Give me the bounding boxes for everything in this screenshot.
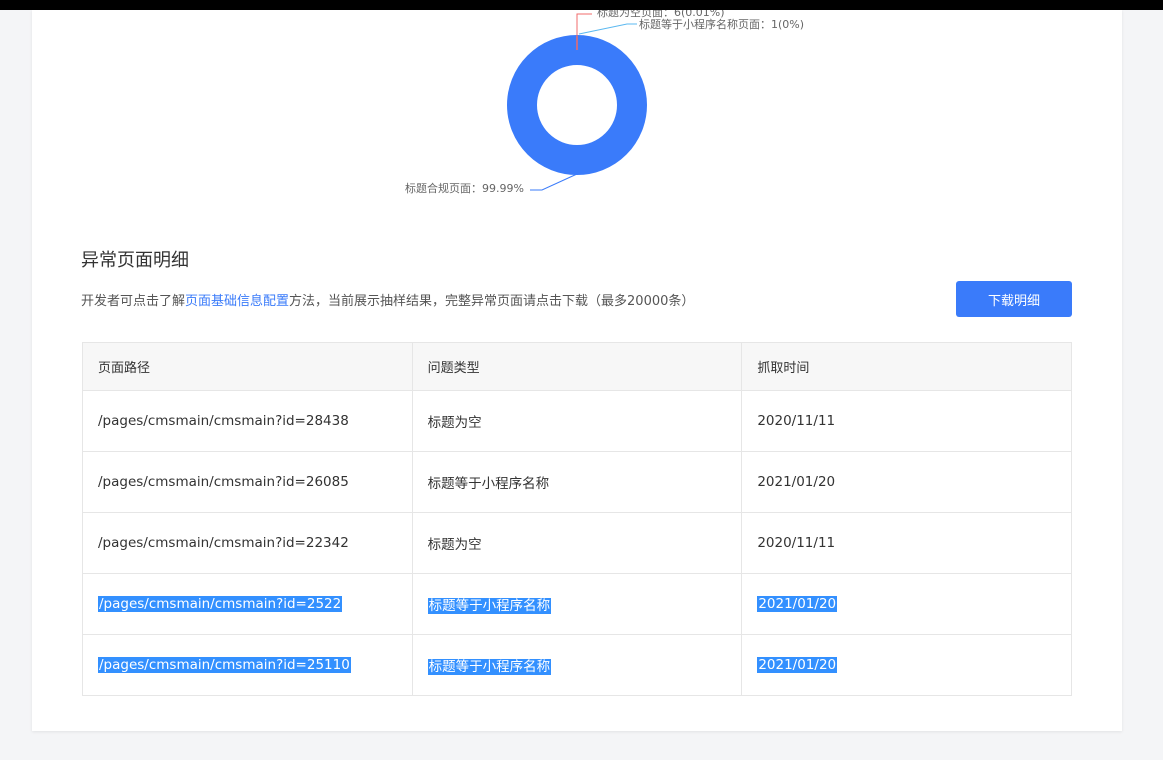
content-card: 标题为空页面：6(0.01%) 标题等于小程序名称页面：1(0%) 标题合规页面…: [32, 10, 1122, 731]
label-appname-title: 标题等于小程序名称页面：1(0%): [639, 17, 804, 31]
config-doc-link[interactable]: 页面基础信息配置: [185, 294, 289, 309]
cell-page-path: /pages/cmsmain/cmsmain?id=26085: [82, 451, 413, 513]
table-row: /pages/cmsmain/cmsmain?id=25110 标题等于小程序名…: [82, 634, 1072, 696]
leader-compliant: [530, 173, 578, 191]
cell-crawl-time: 2020/11/11: [741, 512, 1072, 574]
table-row: /pages/cmsmain/cmsmain?id=22342 标题为空 202…: [82, 512, 1072, 574]
download-details-button[interactable]: 下载明细: [956, 281, 1072, 317]
table-row: /pages/cmsmain/cmsmain?id=28438 标题为空 202…: [82, 390, 1072, 452]
cell-crawl-time: 2021/01/20: [741, 573, 1072, 635]
cell-crawl-time: 2021/01/20: [741, 451, 1072, 513]
table-row: /pages/cmsmain/cmsmain?id=26085 标题等于小程序名…: [82, 451, 1072, 513]
slice-compliant: [507, 35, 647, 175]
cell-page-path: /pages/cmsmain/cmsmain?id=28438: [82, 390, 413, 452]
cell-issue-type: 标题等于小程序名称: [411, 573, 743, 635]
cell-issue-type: 标题为空: [411, 390, 743, 452]
header-crawl-time: 抓取时间: [741, 342, 1072, 391]
cell-crawl-time: 2020/11/11: [741, 390, 1072, 452]
cell-issue-type: 标题等于小程序名称: [411, 634, 743, 696]
table-row: /pages/cmsmain/cmsmain?id=2522 标题等于小程序名称…: [82, 573, 1072, 635]
header-page-path: 页面路径: [82, 342, 413, 391]
desc-prefix: 开发者可点击了解: [81, 294, 186, 309]
label-compliant: 标题合规页面：99.99%: [405, 181, 524, 195]
cell-page-path: /pages/cmsmain/cmsmain?id=2522: [82, 573, 413, 635]
cell-page-path: /pages/cmsmain/cmsmain?id=22342: [82, 512, 413, 574]
abnormal-pages-table: 页面路径 问题类型 抓取时间 /pages/cmsmain/cmsmain?id…: [82, 342, 1072, 696]
cell-issue-type: 标题为空: [411, 512, 743, 574]
cell-issue-type: 标题等于小程序名称: [411, 451, 743, 513]
cell-page-path: /pages/cmsmain/cmsmain?id=25110: [82, 634, 413, 696]
table-header-row: 页面路径 问题类型 抓取时间: [82, 342, 1072, 391]
header-issue-type: 问题类型: [411, 342, 743, 391]
desc-suffix: 方法，当前展示抽样结果，完整异常页面请点击下载（最多20000条）: [289, 294, 695, 309]
section-description: 开发者可点击了解页面基础信息配置方法，当前展示抽样结果，完整异常页面请点击下载（…: [81, 290, 694, 309]
cell-crawl-time: 2021/01/20: [741, 634, 1072, 696]
donut-chart: 标题为空页面：6(0.01%) 标题等于小程序名称页面：1(0%) 标题合规页面…: [405, 10, 804, 195]
top-bar: [0, 0, 1163, 10]
section-title: 异常页面明细: [81, 250, 189, 271]
leader-appname-title: [578, 23, 637, 35]
